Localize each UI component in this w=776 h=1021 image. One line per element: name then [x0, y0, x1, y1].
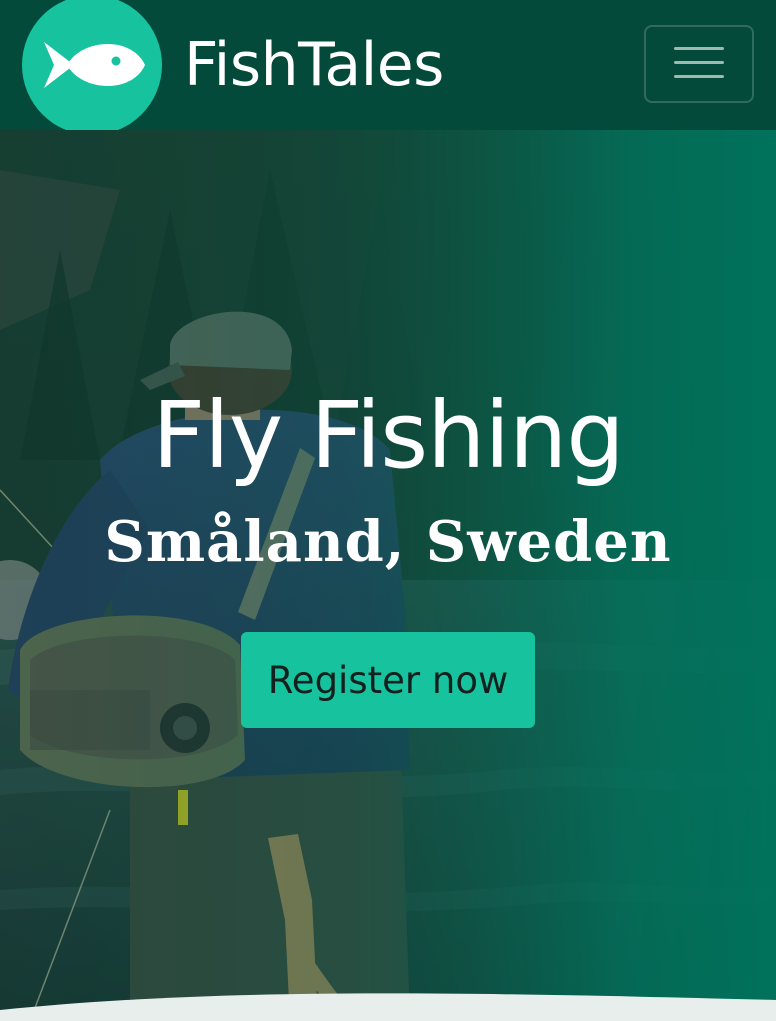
hamburger-menu-icon	[674, 43, 724, 86]
register-now-button[interactable]: Register now	[241, 632, 535, 728]
hero-section: Fly Fishing Småland, Sweden Register now	[0, 130, 776, 1021]
hero-background-image	[0, 130, 776, 1021]
menu-toggle-button[interactable]	[644, 25, 754, 103]
navbar: FishTales	[0, 0, 776, 130]
hero-subtitle: Småland, Sweden	[104, 509, 672, 575]
brand-link[interactable]: FishTales	[22, 0, 444, 130]
fish-logo-icon	[22, 0, 162, 130]
brand-name: FishTales	[184, 30, 444, 100]
hero-title: Fly Fishing	[152, 382, 624, 489]
